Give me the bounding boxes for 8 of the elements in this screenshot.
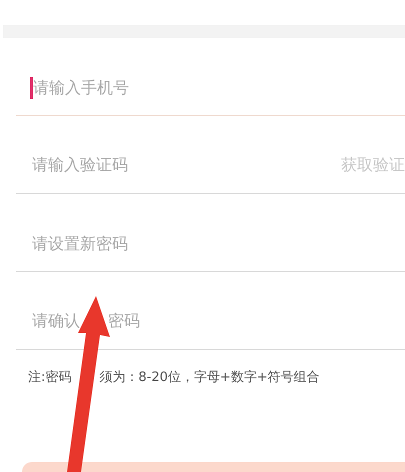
input-field[interactable]: 请输入验证码 <box>32 154 341 176</box>
password-rule-note: 注:密码 <box>28 369 72 387</box>
password-rule-note: 须为：8-20位，字母+数字+符号组合 <box>99 369 320 387</box>
input-field[interactable]: 请确认 <box>32 310 80 332</box>
input-field[interactable]: 请设置新密码 <box>32 233 405 255</box>
submit-button[interactable] <box>22 462 405 472</box>
hint-text: 密码 <box>108 310 140 332</box>
input-field[interactable]: 请输入手机号 <box>33 77 405 99</box>
